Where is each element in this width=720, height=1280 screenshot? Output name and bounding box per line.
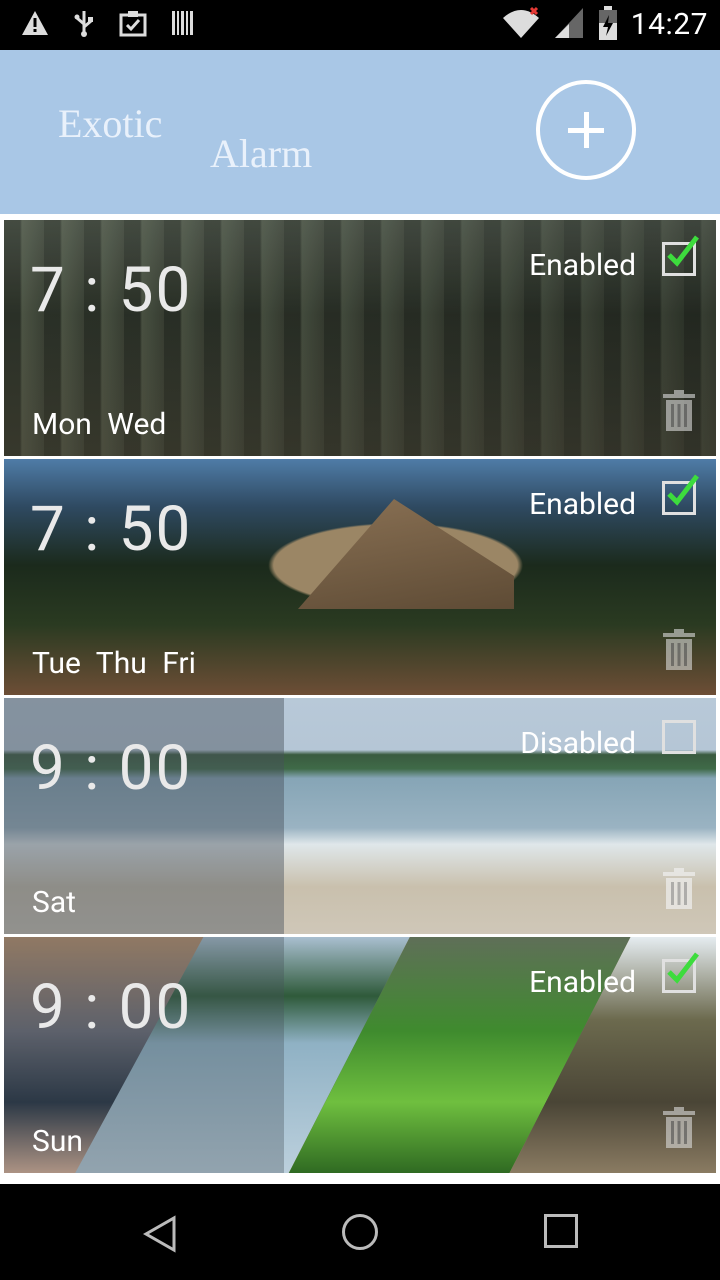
app-logo-line1: Exotic xyxy=(58,101,163,146)
recent-apps-button[interactable] xyxy=(544,1214,578,1248)
battery-icon xyxy=(597,5,619,45)
alarm-time: 9 : 00 xyxy=(30,971,193,1044)
warning-icon xyxy=(20,8,50,42)
delete-button[interactable] xyxy=(662,868,696,914)
trash-icon xyxy=(663,1107,695,1148)
alarm-state-label: Disabled xyxy=(520,726,636,761)
enable-checkbox[interactable] xyxy=(662,474,699,515)
alarm-card[interactable]: 7 : 50 Tue Thu Fri Enabled xyxy=(4,459,716,695)
alarm-days: Mon Wed xyxy=(32,407,167,442)
alarm-time: 7 : 50 xyxy=(30,493,193,566)
back-button[interactable] xyxy=(140,1214,180,1258)
back-icon xyxy=(142,1215,176,1253)
signal-icon xyxy=(553,6,585,44)
alarm-time: 9 : 00 xyxy=(30,732,193,805)
enable-checkbox[interactable] xyxy=(662,720,696,754)
app-logo-line2: Alarm xyxy=(210,131,313,176)
alarm-days: Tue Thu Fri xyxy=(32,646,196,681)
delete-button[interactable] xyxy=(662,1107,696,1153)
alarm-time: 7 : 50 xyxy=(30,254,193,327)
add-alarm-button[interactable] xyxy=(536,80,636,180)
alarm-card[interactable]: 9 : 00 Sun Enabled xyxy=(4,937,716,1173)
checkmark-icon xyxy=(667,235,699,267)
alarm-card[interactable]: 7 : 50 Mon Wed Enabled xyxy=(4,220,716,456)
delete-button[interactable] xyxy=(662,390,696,436)
alarm-days: Sat xyxy=(32,885,76,920)
alarm-list: 7 : 50 Mon Wed Enabled 7 : 50 Tue Thu Fr… xyxy=(0,220,720,1176)
clipboard-check-icon xyxy=(118,8,148,42)
wifi-icon xyxy=(501,6,541,44)
trash-icon xyxy=(663,868,695,909)
status-time: 14:27 xyxy=(630,7,708,42)
alarm-state-label: Enabled xyxy=(529,965,636,1000)
barcode-icon xyxy=(170,8,194,42)
alarm-state-label: Enabled xyxy=(529,487,636,522)
app-header: Exotic Alarm xyxy=(0,50,720,214)
home-button[interactable] xyxy=(342,1214,378,1250)
status-bar: 14:27 xyxy=(0,0,720,50)
trash-icon xyxy=(663,629,695,670)
status-icons-left xyxy=(20,8,194,42)
trash-icon xyxy=(663,390,695,431)
checkmark-icon xyxy=(667,474,699,506)
alarm-card[interactable]: 9 : 00 Sat Disabled xyxy=(4,698,716,934)
enable-checkbox[interactable] xyxy=(662,952,699,993)
alarm-days: Sun xyxy=(32,1124,83,1159)
status-icons-right: 14:27 xyxy=(501,4,708,46)
usb-icon xyxy=(72,8,96,42)
delete-button[interactable] xyxy=(662,629,696,675)
navigation-bar xyxy=(0,1184,720,1280)
checkmark-icon xyxy=(667,952,699,984)
alarm-state-label: Enabled xyxy=(529,248,636,283)
enable-checkbox[interactable] xyxy=(662,235,699,276)
